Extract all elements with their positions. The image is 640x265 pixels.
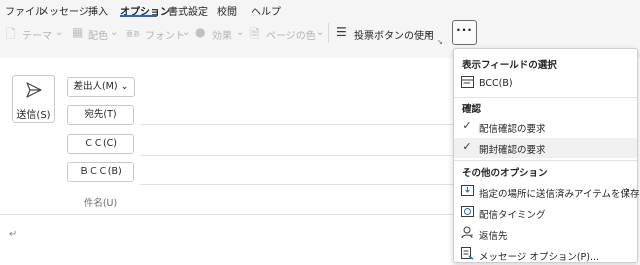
to-button[interactable]: 宛先(T) bbox=[67, 105, 134, 125]
send-icon bbox=[26, 82, 42, 98]
send-label: 送信(S) bbox=[16, 110, 51, 121]
menu-item-message-options[interactable]: メッセージ オプション(P)... bbox=[454, 245, 637, 265]
bcc-icon bbox=[460, 76, 474, 90]
tab-help[interactable]: ヘルプ bbox=[251, 3, 281, 18]
chevron-down-icon: ⌄ bbox=[236, 27, 245, 38]
menu-item-save-sent-item[interactable]: 指定の場所に送信済みアイテムを保存(S) › bbox=[454, 182, 640, 202]
menu-item-reply-to[interactable]: 返信先 bbox=[454, 224, 637, 244]
more-options-dropdown: 表示フィールドの選択 BCC(B) 確認 ✓ 配信確認の要求 ✓ 開封確認の要求… bbox=[453, 48, 640, 265]
read-receipt-label: 開封確認の要求 bbox=[479, 145, 546, 156]
fonts-label: フォント bbox=[145, 31, 185, 42]
cc-field[interactable] bbox=[140, 155, 453, 156]
checkmark-icon: ✓ bbox=[462, 119, 472, 132]
to-field[interactable] bbox=[140, 124, 453, 125]
menu-item-delivery-receipt[interactable]: ✓ 配信確認の要求 bbox=[454, 117, 637, 137]
page-color-icon: 🗎 bbox=[250, 27, 260, 41]
dropdown-separator bbox=[454, 160, 637, 161]
ribbon: 🗋 テーマ ⌄ ▦ 配色 ⌄ 亜あ フォント ⌄ ● 効果 ⌄ 🗎 ページの色 … bbox=[0, 18, 640, 48]
chevron-down-icon: ⌄ bbox=[55, 27, 64, 38]
active-tab-indicator bbox=[120, 15, 157, 17]
send-button[interactable]: 送信(S) bbox=[12, 75, 55, 123]
message-options-label: メッセージ オプション(P)... bbox=[479, 252, 600, 263]
tab-insert[interactable]: 挿入 bbox=[88, 3, 108, 18]
message-options-icon bbox=[460, 247, 474, 261]
tab-format-text[interactable]: 書式設定 bbox=[168, 3, 208, 18]
section-show-fields: 表示フィールドの選択 bbox=[462, 60, 557, 71]
colors-label: 配色 bbox=[88, 31, 108, 42]
page-color-label: ページの色 bbox=[266, 31, 316, 42]
menu-bar: ファイル メッセージ 挿入 オプション 書式設定 校閲 ヘルプ bbox=[0, 0, 640, 18]
tab-message[interactable]: メッセージ bbox=[39, 3, 89, 18]
bcc-item-label: BCC(B) bbox=[479, 78, 513, 89]
chevron-down-icon: ⌄ bbox=[316, 27, 325, 38]
dialog-launcher-icon[interactable]: ↘ bbox=[437, 38, 443, 46]
bcc-button[interactable]: ＢＣＣ(B) bbox=[67, 162, 134, 182]
subject-label: 件名(U) bbox=[83, 198, 118, 209]
menu-item-delay-delivery[interactable]: 配信タイミング bbox=[454, 203, 637, 223]
chevron-down-icon: ⌄ bbox=[182, 27, 191, 38]
tab-review[interactable]: 校閲 bbox=[217, 3, 237, 18]
menu-item-read-receipt[interactable]: ✓ 開封確認の要求 bbox=[454, 138, 637, 158]
voting-label: 投票ボタンの使用 bbox=[354, 31, 434, 42]
chevron-down-icon: ⌄ bbox=[424, 27, 433, 38]
voting-icon: ☰ bbox=[336, 25, 347, 39]
delay-delivery-icon bbox=[460, 205, 474, 219]
more-options-button[interactable]: ··· bbox=[452, 20, 477, 45]
theme-label: テーマ bbox=[22, 31, 52, 42]
theme-icon: 🗋 bbox=[6, 27, 16, 41]
menu-item-bcc[interactable]: BCC(B) bbox=[454, 74, 637, 94]
section-tracking: 確認 bbox=[462, 104, 482, 115]
delay-delivery-label: 配信タイミング bbox=[479, 210, 546, 221]
chevron-right-icon: › bbox=[625, 185, 629, 196]
subject-field[interactable] bbox=[0, 214, 453, 215]
folder-save-icon bbox=[460, 184, 474, 198]
cc-button[interactable]: ＣＣ(C) bbox=[67, 134, 134, 154]
reply-to-label: 返信先 bbox=[479, 231, 508, 242]
chevron-down-icon: ⌄ bbox=[110, 27, 119, 38]
ribbon-separator bbox=[328, 23, 329, 43]
checkmark-icon: ✓ bbox=[462, 140, 472, 153]
from-button[interactable]: 差出人(M) ⌄ bbox=[67, 77, 135, 97]
fonts-icon: 亜あ bbox=[126, 30, 140, 38]
bcc-field[interactable] bbox=[140, 184, 453, 185]
effects-label: 効果 bbox=[212, 31, 232, 42]
paragraph-mark: ↵ bbox=[9, 229, 18, 240]
from-label: 差出人(M) bbox=[73, 81, 118, 92]
palette-icon: ▦ bbox=[72, 25, 84, 39]
section-more-options: その他のオプション bbox=[462, 168, 548, 179]
dropdown-separator bbox=[454, 97, 637, 98]
delivery-receipt-label: 配信確認の要求 bbox=[479, 124, 546, 135]
person-reply-icon bbox=[460, 226, 474, 240]
effects-icon: ● bbox=[195, 25, 206, 39]
chevron-down-icon: ⌄ bbox=[120, 81, 129, 92]
save-sent-item-label: 指定の場所に送信済みアイテムを保存(S) bbox=[479, 189, 640, 200]
